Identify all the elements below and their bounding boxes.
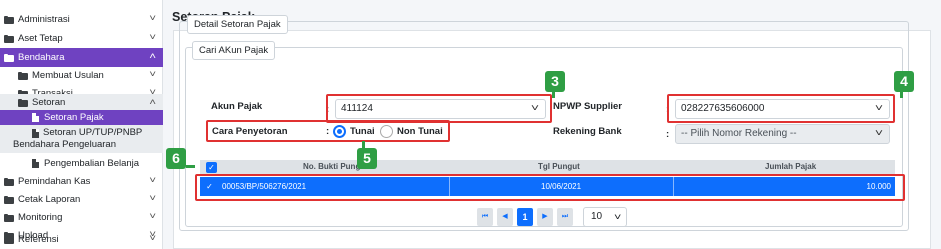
chevron-down-icon: ˅ xyxy=(148,193,156,203)
sidebar-item-cetak-laporan[interactable]: Cetak Laporan ˅ xyxy=(0,190,163,209)
page-size-select[interactable]: 10 ˅ xyxy=(583,207,627,227)
page-1-button[interactable]: 1 xyxy=(517,208,533,226)
sidebar-item-bendahara[interactable]: Bendahara ˄ xyxy=(0,48,163,67)
folder-icon xyxy=(18,98,28,107)
chevron-down-icon: ˅ xyxy=(148,211,156,221)
npwp-supplier-label: NPWP Supplier xyxy=(553,101,622,112)
chevron-down-icon: ˅ xyxy=(148,32,156,42)
first-page-button[interactable]: ⏮ xyxy=(477,208,493,226)
chevron-up-icon: ˄ xyxy=(148,97,156,107)
chevron-down-icon: ˅ xyxy=(613,212,622,222)
detail-setoran-legend: Detail Setoran Pajak xyxy=(187,15,288,34)
select-all-checkbox[interactable]: ✓ xyxy=(206,162,217,173)
chevron-down-icon: ˅ xyxy=(874,128,884,139)
annotation-badge-5: 5 xyxy=(357,148,377,169)
column-header: Tgl Pungut xyxy=(538,162,580,171)
chevron-down-icon: ˅ xyxy=(148,233,156,243)
akun-pajak-label: Akun Pajak xyxy=(211,101,263,112)
colon: : xyxy=(666,129,670,140)
annotation-box-akun-pajak xyxy=(326,94,552,123)
table-header: ✓ No. Bukti Pungut Tgl Pungut Jumlah Paj… xyxy=(200,160,895,175)
sidebar: Administrasi ˅ Aset Tetap ˅ Bendahara ˄ … xyxy=(0,0,163,249)
sidebar-item-monitoring[interactable]: Monitoring ˅ xyxy=(0,208,163,227)
folder-icon xyxy=(4,195,14,204)
annotation-badge-3: 3 xyxy=(545,71,565,92)
folder-icon xyxy=(4,213,14,222)
folder-icon xyxy=(4,34,14,43)
column-header: Jumlah Pajak xyxy=(765,162,817,171)
chevron-down-icon: ˅ xyxy=(148,13,156,23)
document-icon xyxy=(32,129,39,138)
folder-icon xyxy=(18,71,28,80)
annotation-box-table-row xyxy=(195,174,905,201)
folder-icon xyxy=(4,177,14,186)
folder-icon xyxy=(4,15,14,24)
sidebar-item-setoran-up-tup-pnbp[interactable]: Setoran UP/TUP/PNBP Bendahara Pengeluara… xyxy=(0,125,163,153)
document-icon xyxy=(32,113,39,122)
rekening-bank-select[interactable]: -- Pilih Nomor Rekening -- ˅ xyxy=(675,124,890,144)
sidebar-item-administrasi[interactable]: Administrasi ˅ xyxy=(0,10,163,29)
sidebar-item-setoran[interactable]: Setoran ˄ xyxy=(0,94,163,111)
sidebar-item-label: Referensi xyxy=(18,234,59,245)
rekening-bank-label: Rekening Bank xyxy=(553,126,622,137)
last-page-button[interactable]: ⏭ xyxy=(557,208,573,226)
cari-akun-legend: Cari AKun Pajak xyxy=(192,41,276,60)
sidebar-item-pemindahan-kas[interactable]: Pemindahan Kas ˅ xyxy=(0,172,163,191)
sidebar-item-membuat-usulan[interactable]: Membuat Usulan ˅ xyxy=(0,66,163,85)
chevron-down-icon: ˅ xyxy=(148,175,156,185)
annotation-box-cara-penyetoran xyxy=(206,120,450,142)
annotation-badge-4: 4 xyxy=(894,71,914,92)
folder-icon xyxy=(4,53,14,62)
chevron-down-icon: ˅ xyxy=(148,69,156,79)
folder-icon xyxy=(4,235,14,244)
next-page-button[interactable]: ▶ xyxy=(537,208,553,226)
annotation-badge-6: 6 xyxy=(166,148,186,169)
sidebar-item-setoran-pajak[interactable]: Setoran Pajak xyxy=(0,110,163,125)
sidebar-item-aset-tetap[interactable]: Aset Tetap ˅ xyxy=(0,29,163,48)
sidebar-item-referensi[interactable]: Referensi ˅ xyxy=(0,230,163,249)
chevron-up-icon: ˄ xyxy=(148,51,156,61)
annotation-pointer xyxy=(186,165,195,168)
document-icon xyxy=(32,159,39,168)
annotation-box-npwp xyxy=(667,94,895,123)
prev-page-button[interactable]: ◀ xyxy=(497,208,513,226)
sidebar-item-pengembalian-belanja[interactable]: Pengembalian Belanja xyxy=(0,154,163,173)
